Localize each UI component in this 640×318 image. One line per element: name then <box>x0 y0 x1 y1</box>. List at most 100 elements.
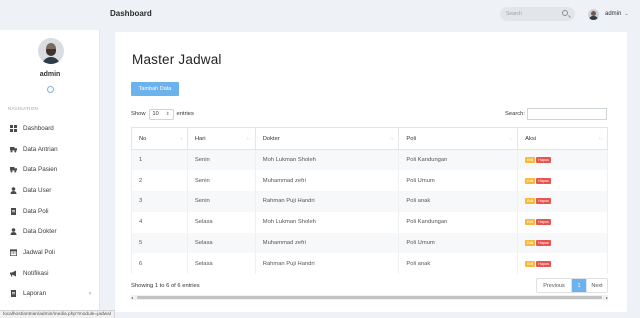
cell-hari: Senin <box>186 170 256 192</box>
edit-button[interactable]: Edit <box>525 260 536 267</box>
entries-select[interactable]: 10 ⇕ <box>148 108 174 120</box>
sidebar-item-label: Data Pasien <box>23 166 58 174</box>
pagination-page-1[interactable]: 1 <box>572 279 586 292</box>
calendar-icon <box>10 249 17 256</box>
sidebar-item-label: Data Poli <box>23 207 49 215</box>
avatar <box>588 8 599 20</box>
edit-button[interactable]: Edit <box>525 240 536 247</box>
dashboard-icon <box>10 124 17 132</box>
edit-button[interactable]: Edit <box>525 198 536 205</box>
horizontal-scrollbar[interactable]: ◂ ▸ <box>131 295 608 300</box>
column-header-label: No <box>139 135 147 142</box>
table-info: Showing 1 to 6 of 6 entries <box>131 283 200 289</box>
table-search-input[interactable] <box>526 108 607 120</box>
sidebar-item-label: Dashboard <box>23 124 54 132</box>
user-menu[interactable]: admin ⌄ <box>588 7 629 21</box>
cell-aksi: Edit Hapus <box>517 253 608 275</box>
settings-icon[interactable] <box>47 86 54 93</box>
column-header-no[interactable]: No ↑ <box>131 127 188 150</box>
entries-select-value: 10 <box>152 111 159 117</box>
sidebar-item-data-dokter[interactable]: Data Dokter <box>0 221 100 242</box>
table-row: 5 Selasa Muhammad zefri Poli Umum Edit Ha… <box>131 232 608 254</box>
sidebar-item-laporan[interactable]: Laporan › <box>0 284 100 305</box>
sidebar-avatar[interactable] <box>38 38 64 64</box>
chevron-right-icon: › <box>89 290 91 297</box>
content-card: Master Jadwal Tambah Data Show 10 ⇕ entr… <box>115 32 627 312</box>
cell-hari: Selasa <box>186 232 256 254</box>
entries-label: entries <box>176 111 194 117</box>
pagination: Previous 1 Next <box>536 278 608 293</box>
column-header-label: Dokter <box>262 135 280 142</box>
table-row: 4 Selasa Moh Lukman Sholeh Poli Kandunga… <box>131 211 608 233</box>
document-icon <box>10 290 17 298</box>
megaphone-icon <box>10 270 17 277</box>
scroll-left-icon[interactable]: ◂ <box>131 295 133 300</box>
scrollbar-thumb[interactable] <box>137 296 602 299</box>
cell-hari: Senin <box>186 149 256 171</box>
sidebar-item-data-antrian[interactable]: Data Antrian <box>0 139 100 160</box>
cell-poli: Poli Umum <box>398 170 519 192</box>
cell-aksi: Edit Hapus <box>517 149 608 171</box>
delete-button[interactable]: Hapus <box>536 219 551 226</box>
pagination-previous[interactable]: Previous <box>537 279 572 292</box>
cell-aksi: Edit Hapus <box>517 211 608 233</box>
sidebar-item-dashboard[interactable]: Dashboard <box>0 118 100 139</box>
sidebar-item-data-poli[interactable]: Data Poli <box>0 201 100 222</box>
truck-icon <box>10 146 17 153</box>
cell-no: 5 <box>131 232 188 254</box>
sidebar-item-label: Notifikasi <box>23 269 49 277</box>
cell-poli: Poli anak <box>398 191 519 212</box>
cell-no: 4 <box>131 211 188 233</box>
cell-poli: Poli Kandungan <box>398 211 519 233</box>
cell-poli: Poli Umum <box>398 232 519 254</box>
table-header-row: No ↑ Hari ↑↓ Dokter ↑↓ Poli ↑↓ Aksi ↑↓ <box>131 127 608 150</box>
user-icon <box>10 187 17 194</box>
column-header-aksi[interactable]: Aksi ↑↓ <box>517 127 608 150</box>
topbar: Dashboard admin ⌄ <box>100 0 640 30</box>
user-menu-name: admin <box>605 11 622 17</box>
cell-dokter: Moh Lukman Sholeh <box>254 211 400 233</box>
header-search-input[interactable] <box>506 9 556 19</box>
chevron-down-icon: ⌄ <box>624 11 629 17</box>
sidebar-item-label: Data Dokter <box>23 228 57 236</box>
column-header-dokter[interactable]: Dokter ↑↓ <box>254 127 400 150</box>
search-icon[interactable] <box>562 10 568 16</box>
sort-icon: ↑ <box>180 136 182 141</box>
delete-button[interactable]: Hapus <box>536 260 551 267</box>
sidebar-item-label: Jadwal Poli <box>23 248 55 256</box>
sort-icon: ↑↓ <box>389 136 394 141</box>
cell-no: 3 <box>131 191 188 212</box>
edit-button[interactable]: Edit <box>525 219 536 226</box>
column-header-label: Aksi <box>525 135 537 142</box>
scroll-right-icon[interactable]: ▸ <box>606 295 608 300</box>
add-data-button[interactable]: Tambah Data <box>131 82 179 96</box>
sidebar-item-label: Data Antrian <box>23 145 58 153</box>
table-row: 2 Senin Muhammad zefri Poli Umum Edit Hap… <box>131 170 608 192</box>
column-header-poli[interactable]: Poli ↑↓ <box>398 127 519 150</box>
pagination-next[interactable]: Next <box>586 279 607 292</box>
table-row: 1 Senin Moh Lukman Sholeh Poli Kandungan… <box>131 149 608 171</box>
column-header-hari[interactable]: Hari ↑↓ <box>186 127 256 150</box>
cell-poli: Poli anak <box>398 253 519 275</box>
sort-icon: ↑↓ <box>598 136 603 141</box>
delete-button[interactable]: Hapus <box>536 157 551 164</box>
cell-no: 6 <box>131 253 188 275</box>
delete-button[interactable]: Hapus <box>536 198 551 205</box>
sidebar-item-data-user[interactable]: Data User <box>0 180 100 201</box>
sidebar-item-label: Data User <box>23 186 52 194</box>
delete-button[interactable]: Hapus <box>536 240 551 247</box>
sidebar-item-jadwal-poli[interactable]: Jadwal Poli <box>0 242 100 263</box>
cell-hari: Selasa <box>186 253 256 275</box>
cell-dokter: Moh Lukman Sholeh <box>254 149 400 171</box>
cell-no: 1 <box>131 149 188 171</box>
cell-aksi: Edit Hapus <box>517 191 608 212</box>
table-row: 6 Selasa Rahman Puji Handri Poli anak Ed… <box>131 253 608 275</box>
sidebar-item-notifikasi[interactable]: Notifikasi <box>0 263 100 284</box>
delete-button[interactable]: Hapus <box>536 177 551 184</box>
edit-button[interactable]: Edit <box>525 157 536 164</box>
edit-button[interactable]: Edit <box>525 177 536 184</box>
cell-no: 2 <box>131 170 188 192</box>
sidebar-item-data-pasien[interactable]: Data Pasien <box>0 159 100 180</box>
table-row: 3 Senin Rahman Puji Handri Poli anak Edi… <box>131 191 608 212</box>
cell-dokter: Muhammad zefri <box>254 170 400 192</box>
